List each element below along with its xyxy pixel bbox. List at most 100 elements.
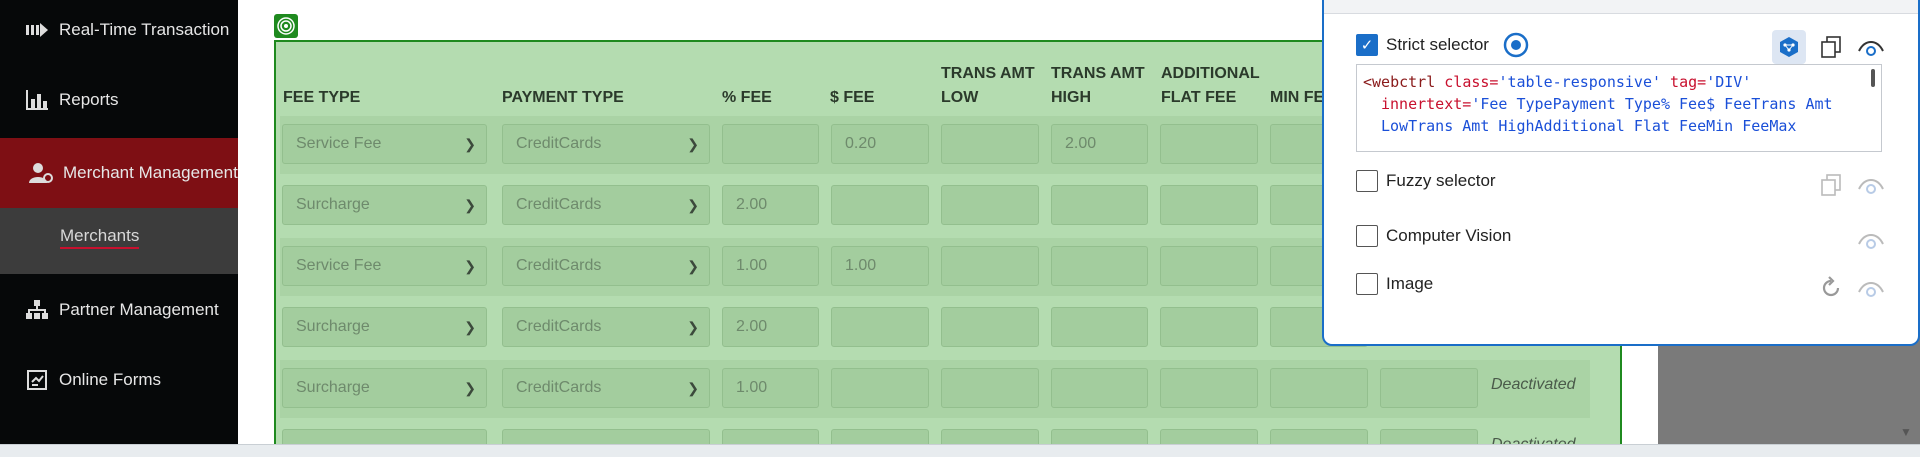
header-min-fee: MIN FE: [1270, 89, 1325, 106]
trans-amt-low-input[interactable]: [941, 246, 1039, 286]
target-marker-icon[interactable]: [274, 14, 298, 38]
chevron-down-icon: ❯: [464, 380, 476, 396]
header-additional-flat-fee: ADDITIONAL FLAT FEE: [1161, 65, 1260, 106]
dollar-fee-input[interactable]: 0.20: [831, 124, 929, 164]
chevron-down-icon: ❯: [687, 197, 699, 213]
computer-vision-checkbox[interactable]: [1356, 225, 1378, 247]
sidebar-item-label: Merchant Management: [63, 163, 238, 182]
chevron-down-icon: ❯: [464, 197, 476, 213]
copy-icon[interactable]: [1816, 170, 1846, 200]
horizontal-scrollbar[interactable]: [0, 444, 1920, 457]
dollar-fee-input[interactable]: 1.00: [831, 246, 929, 286]
eye-icon[interactable]: [1854, 225, 1888, 255]
payment-type-select[interactable]: CreditCards ❯: [502, 368, 710, 408]
header-pct-fee: % FEE: [722, 89, 772, 106]
pct-fee-input[interactable]: [722, 124, 819, 164]
selector-code-box[interactable]: <webctrl class='table-responsive' tag='D…: [1356, 64, 1882, 152]
header-fee-type: FEE TYPE: [283, 89, 361, 106]
fee-type-select[interactable]: Service Fee ❯: [282, 124, 487, 164]
trans-amt-low-input[interactable]: [941, 368, 1039, 408]
payment-type-select[interactable]: CreditCards ❯: [502, 307, 710, 347]
chevron-down-icon: ❯: [464, 136, 476, 152]
fee-type-select[interactable]: Surcharge ❯: [282, 368, 487, 408]
sidebar-subitem-merchants[interactable]: Merchants: [0, 208, 238, 274]
fee-type-select[interactable]: Service Fee ❯: [282, 246, 487, 286]
trans-amt-high-input[interactable]: 2.00: [1051, 124, 1148, 164]
org-chart-icon: [24, 299, 50, 321]
dollar-fee-input[interactable]: [831, 185, 929, 225]
scroll-down-icon[interactable]: ▼: [1900, 425, 1912, 439]
trans-amt-low-input[interactable]: [941, 307, 1039, 347]
additional-flat-fee-input[interactable]: [1160, 368, 1258, 408]
sidebar-item-merchant-management[interactable]: Merchant Management: [0, 138, 238, 208]
computer-vision-option[interactable]: Computer Vision: [1356, 225, 1511, 247]
sidebar-item-partner-management[interactable]: Partner Management: [0, 290, 238, 330]
chevron-down-icon: ❯: [687, 258, 699, 274]
trans-amt-low-input[interactable]: [941, 124, 1039, 164]
dollar-fee-input[interactable]: [831, 307, 929, 347]
strict-selector-option[interactable]: ✓ Strict selector: [1356, 32, 1529, 58]
sidebar: Real-Time Transaction Reports Merchant M…: [0, 0, 238, 457]
computer-vision-label: Computer Vision: [1386, 226, 1512, 245]
sidebar-item-reports[interactable]: Reports: [0, 80, 238, 120]
app-window: Real-Time Transaction Reports Merchant M…: [0, 0, 1920, 457]
max-fee-input[interactable]: [1380, 368, 1478, 408]
strict-selector-label: Strict selector: [1386, 35, 1489, 54]
strict-selector-checkbox[interactable]: ✓: [1356, 34, 1378, 56]
chevron-down-icon: ❯: [687, 319, 699, 335]
panel-header-strip: [1324, 0, 1918, 14]
min-fee-input[interactable]: [1270, 368, 1368, 408]
payment-type-select[interactable]: CreditCards ❯: [502, 246, 710, 286]
trans-amt-high-input[interactable]: [1051, 368, 1148, 408]
selector-panel: ✓ Strict selector <webctrl class='table-…: [1322, 0, 1920, 346]
code-scrollbar[interactable]: [1871, 69, 1875, 87]
trans-amt-high-input[interactable]: [1051, 185, 1148, 225]
dollar-fee-input[interactable]: [831, 368, 929, 408]
sidebar-item-label: Reports: [59, 90, 119, 109]
chevron-down-icon: ❯: [687, 136, 699, 152]
sidebar-item-online-forms[interactable]: Online Forms: [0, 360, 238, 400]
chevron-down-icon: ❯: [464, 258, 476, 274]
selector-editor-icon[interactable]: [1772, 30, 1806, 64]
pct-fee-input[interactable]: 1.00: [722, 246, 819, 286]
sidebar-item-label: Merchants: [60, 226, 140, 249]
header-trans-amt-high: TRANS AMT HIGH: [1051, 65, 1145, 106]
chevron-down-icon: ❯: [687, 380, 699, 396]
payment-type-select[interactable]: CreditCards ❯: [502, 124, 710, 164]
sidebar-item-real-time-transaction[interactable]: Real-Time Transaction: [0, 10, 238, 50]
status-label: Deactivated: [1491, 376, 1576, 393]
header-dollar-fee: $ FEE: [830, 89, 875, 106]
sidebar-item-label: Partner Management: [59, 300, 219, 319]
additional-flat-fee-input[interactable]: [1160, 307, 1258, 347]
payment-type-select[interactable]: CreditCards ❯: [502, 185, 710, 225]
fee-type-select[interactable]: Surcharge ❯: [282, 185, 487, 225]
sidebar-item-label: Real-Time Transaction: [59, 20, 230, 39]
fuzzy-selector-checkbox[interactable]: [1356, 170, 1378, 192]
image-checkbox[interactable]: [1356, 273, 1378, 295]
additional-flat-fee-input[interactable]: [1160, 246, 1258, 286]
pct-fee-input[interactable]: 1.00: [722, 368, 819, 408]
fuzzy-selector-option[interactable]: Fuzzy selector: [1356, 170, 1496, 192]
refresh-icon[interactable]: [1814, 273, 1848, 303]
image-label: Image: [1386, 274, 1434, 293]
trans-amt-high-input[interactable]: [1051, 246, 1148, 286]
fee-type-select[interactable]: Surcharge ❯: [282, 307, 487, 347]
eye-icon[interactable]: [1854, 32, 1888, 62]
trans-amt-high-input[interactable]: [1051, 307, 1148, 347]
header-payment-type: PAYMENT TYPE: [502, 89, 624, 106]
target-icon[interactable]: [1503, 32, 1529, 58]
transactions-icon: [24, 19, 50, 41]
fuzzy-selector-label: Fuzzy selector: [1386, 171, 1496, 190]
chevron-down-icon: ❯: [464, 319, 476, 335]
pct-fee-input[interactable]: 2.00: [722, 307, 819, 347]
eye-icon[interactable]: [1854, 170, 1888, 200]
image-option[interactable]: Image: [1356, 273, 1433, 295]
form-icon: [24, 369, 50, 391]
copy-icon[interactable]: [1816, 32, 1846, 62]
additional-flat-fee-input[interactable]: [1160, 124, 1258, 164]
header-trans-amt-low: TRANS AMT LOW: [941, 65, 1035, 106]
eye-icon[interactable]: [1854, 273, 1888, 303]
additional-flat-fee-input[interactable]: [1160, 185, 1258, 225]
pct-fee-input[interactable]: 2.00: [722, 185, 819, 225]
trans-amt-low-input[interactable]: [941, 185, 1039, 225]
